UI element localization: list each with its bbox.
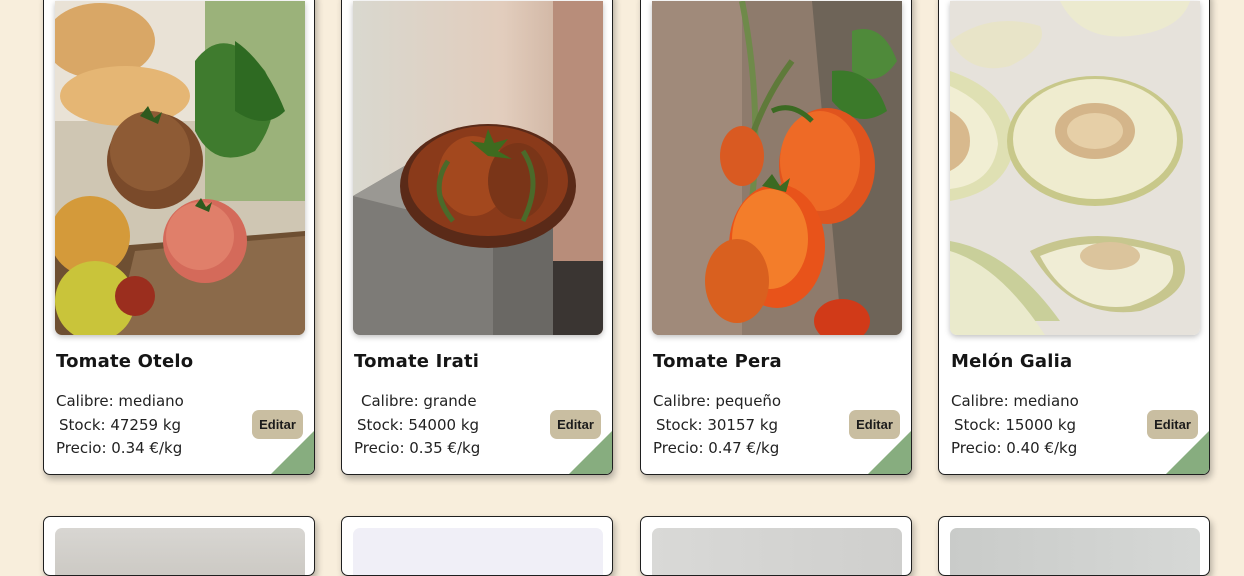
product-calibre: Calibre: pequeño [653, 392, 782, 410]
product-calibre: Calibre: mediano [56, 392, 184, 410]
product-precio: Precio: 0.35 €/kg [354, 439, 481, 457]
product-photo [950, 528, 1200, 575]
product-calibre: Calibre: grande [361, 392, 477, 410]
product-name: Tomate Otelo [56, 351, 194, 372]
product-precio: Precio: 0.34 €/kg [56, 439, 183, 457]
product-card-tomate-irati: Tomate Irati Calibre: grande Stock: 5400… [341, 0, 613, 475]
product-photo [353, 528, 603, 575]
product-name: Tomate Pera [653, 351, 782, 372]
product-photo [652, 1, 902, 335]
product-photo [353, 1, 603, 335]
product-calibre: Calibre: mediano [951, 392, 1079, 410]
product-info: Calibre: pequeño Stock: 30157 kg Precio:… [653, 390, 781, 461]
product-name: Melón Galia [951, 351, 1073, 372]
product-card [938, 516, 1210, 576]
product-precio: Precio: 0.47 €/kg [653, 439, 780, 457]
product-stock: Stock: 54000 kg [357, 415, 480, 434]
product-photo [55, 1, 305, 335]
product-card [43, 516, 315, 576]
corner-accent [1166, 431, 1209, 474]
corner-accent [868, 431, 911, 474]
product-info: Calibre: mediano Stock: 15000 kg Precio:… [951, 390, 1079, 461]
product-card [341, 516, 613, 576]
product-photo [55, 528, 305, 575]
product-card [640, 516, 912, 576]
product-photo [950, 1, 1200, 335]
corner-accent [569, 431, 612, 474]
product-info: Calibre: mediano Stock: 47259 kg Precio:… [56, 390, 184, 461]
product-precio: Precio: 0.40 €/kg [951, 439, 1078, 457]
product-photo [652, 528, 902, 575]
product-name: Tomate Irati [354, 351, 480, 372]
product-stock: Stock: 30157 kg [656, 415, 779, 434]
product-card-melon-galia: Melón Galia Calibre: mediano Stock: 1500… [938, 0, 1210, 475]
corner-accent [271, 431, 314, 474]
product-stock: Stock: 15000 kg [954, 415, 1077, 434]
product-card-tomate-pera: Tomate Pera Calibre: pequeño Stock: 3015… [640, 0, 912, 475]
product-stock: Stock: 47259 kg [59, 415, 182, 434]
product-info: Calibre: grande Stock: 54000 kg Precio: … [354, 390, 480, 461]
product-card-tomate-otelo: Tomate Otelo Calibre: mediano Stock: 472… [43, 0, 315, 475]
